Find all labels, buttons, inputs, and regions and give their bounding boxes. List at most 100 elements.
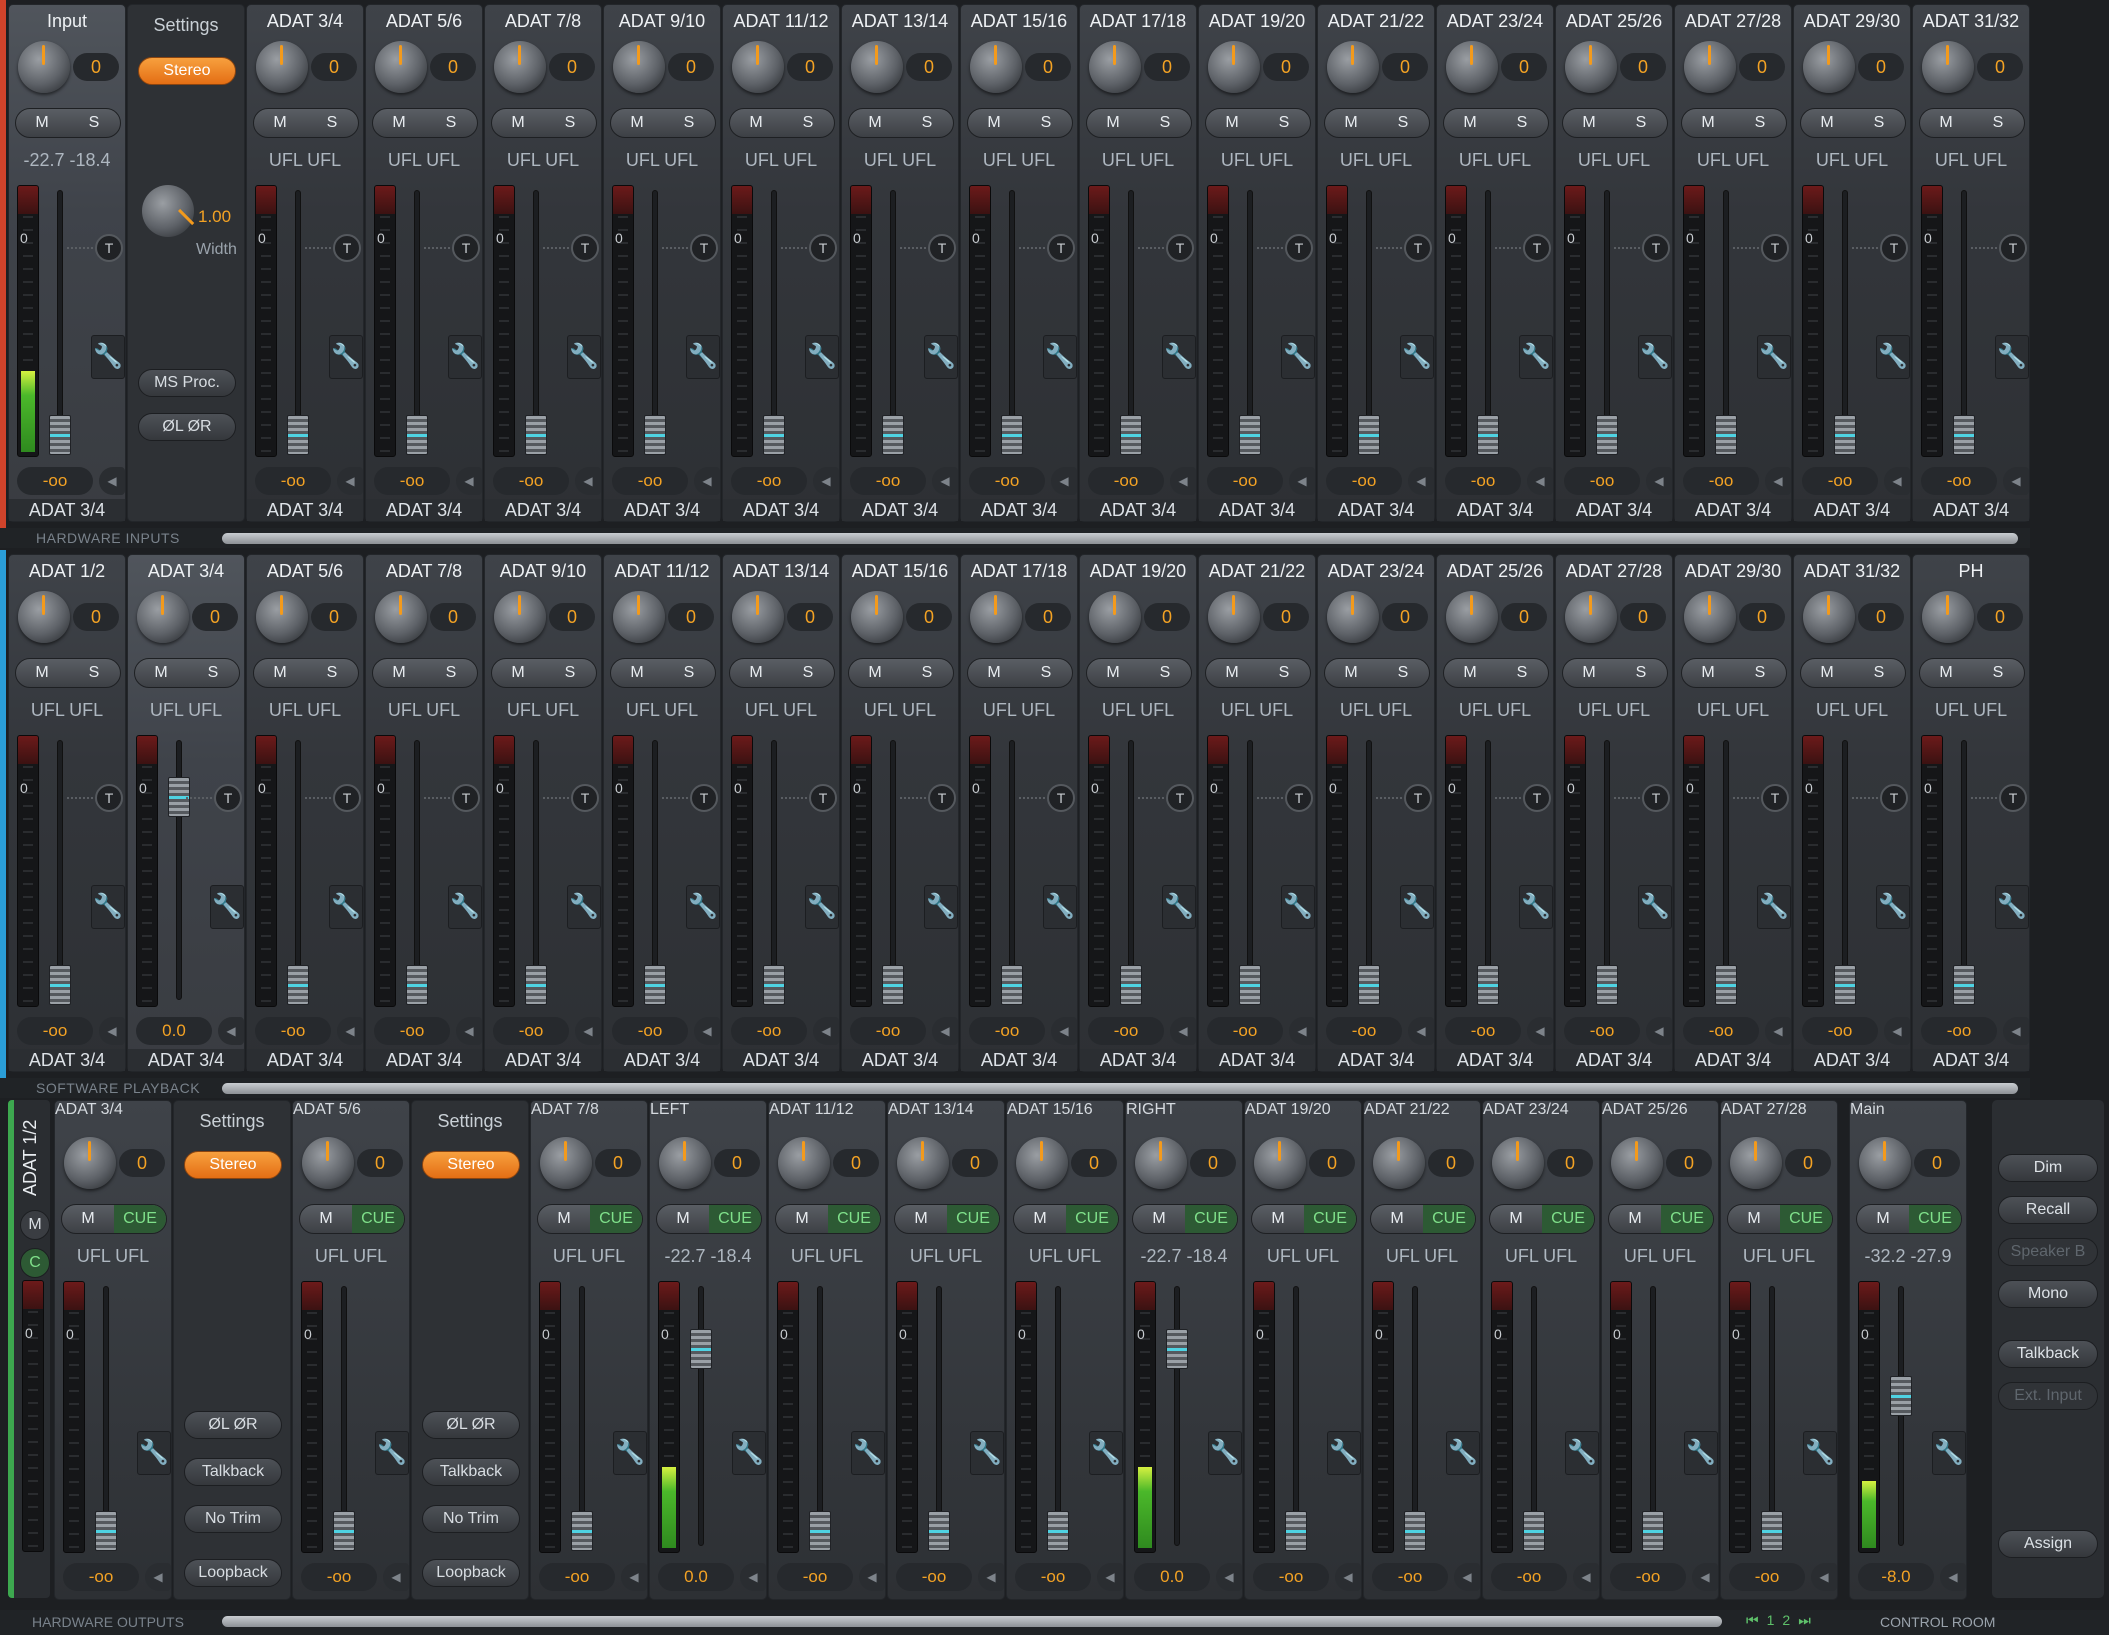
- channel-strip[interactable]: ADAT 23/24 0 MS UFL UFL 0 T 🔧 -oo ◀ ADAT…: [1436, 4, 1554, 522]
- fader-handle[interactable]: [763, 415, 785, 455]
- fader-handle[interactable]: [571, 1511, 593, 1551]
- talkback-button[interactable]: Talkback: [1998, 1340, 2098, 1368]
- fader-value-field[interactable]: -oo: [1564, 467, 1640, 495]
- pan-value-field[interactable]: 0: [1914, 1149, 1960, 1177]
- fader-handle[interactable]: [1953, 415, 1975, 455]
- trim-button[interactable]: T: [781, 234, 837, 262]
- cue-button[interactable]: CUE: [1423, 1205, 1475, 1233]
- fader-value-field[interactable]: -oo: [1088, 467, 1164, 495]
- mute-button[interactable]: M: [1444, 109, 1496, 137]
- channel-strip[interactable]: ADAT 13/14 0 M CUE UFL UFL 0 🔧 -oo ◀: [887, 1100, 1005, 1600]
- wrench-icon[interactable]: 🔧: [1995, 335, 2029, 379]
- fader-value-field[interactable]: -oo: [1445, 467, 1521, 495]
- output-routing[interactable]: ADAT 3/4: [1794, 499, 1910, 521]
- cue-button[interactable]: CUE: [1909, 1205, 1961, 1233]
- trim-button[interactable]: T: [1495, 784, 1551, 812]
- channel-strip[interactable]: ADAT 25/26 0 MS UFL UFL 0 T 🔧 -oo ◀ ADAT…: [1436, 554, 1554, 1072]
- channel-strip[interactable]: ADAT 21/22 0 MS UFL UFL 0 T 🔧 -oo ◀ ADAT…: [1317, 4, 1435, 522]
- mute-button[interactable]: M: [968, 109, 1020, 137]
- mute-button[interactable]: M: [254, 109, 306, 137]
- wrench-icon[interactable]: 🔧: [924, 335, 958, 379]
- solo-button[interactable]: S: [1734, 659, 1786, 687]
- fader-handle[interactable]: [1120, 965, 1142, 1005]
- wrench-icon[interactable]: 🔧: [970, 1431, 1004, 1475]
- pan-value-field[interactable]: 0: [1547, 1149, 1593, 1177]
- channel-strip[interactable]: ADAT 13/14 0 MS UFL UFL 0 T 🔧 -oo ◀ ADAT…: [722, 554, 840, 1072]
- pan-knob[interactable]: [732, 41, 784, 93]
- pan-value-field[interactable]: 0: [311, 53, 357, 81]
- collapse-arrow-icon[interactable]: ◀: [1097, 1563, 1123, 1591]
- pan-value-field[interactable]: 0: [73, 603, 119, 631]
- wrench-icon[interactable]: 🔧: [1757, 885, 1791, 929]
- collapse-arrow-icon[interactable]: ◀: [99, 1017, 125, 1045]
- wrench-icon[interactable]: 🔧: [1684, 1431, 1718, 1475]
- collapse-arrow-icon[interactable]: ◀: [1811, 1563, 1837, 1591]
- pan-value-field[interactable]: 0: [1263, 603, 1309, 631]
- fader-handle[interactable]: [1477, 965, 1499, 1005]
- mute-button[interactable]: M: [1206, 659, 1258, 687]
- fader-handle[interactable]: [1001, 415, 1023, 455]
- channel-strip[interactable]: ADAT 29/30 0 MS UFL UFL 0 T 🔧 -oo ◀ ADAT…: [1793, 4, 1911, 522]
- collapse-arrow-icon[interactable]: ◀: [1692, 1563, 1718, 1591]
- channel-strip[interactable]: ADAT 7/8 0 MS UFL UFL 0 T 🔧 -oo ◀ ADAT 3…: [484, 4, 602, 522]
- mute-button[interactable]: M: [1920, 109, 1972, 137]
- loopback-button[interactable]: Loopback: [422, 1559, 520, 1587]
- fader-handle[interactable]: [1642, 1511, 1664, 1551]
- fader-handle[interactable]: [1834, 415, 1856, 455]
- pan-value-field[interactable]: 0: [668, 603, 714, 631]
- cue-button[interactable]: CUE: [1661, 1205, 1713, 1233]
- fader-handle[interactable]: [690, 1329, 712, 1369]
- pan-value-field[interactable]: 0: [311, 603, 357, 631]
- pan-value-field[interactable]: 0: [430, 603, 476, 631]
- mute-button[interactable]: M: [730, 659, 782, 687]
- mute-button[interactable]: M: [776, 1205, 828, 1233]
- trim-button[interactable]: T: [1376, 784, 1432, 812]
- no-trim-button[interactable]: No Trim: [422, 1505, 520, 1533]
- fader-value-field[interactable]: -oo: [1610, 1563, 1686, 1591]
- solo-button[interactable]: S: [1020, 109, 1072, 137]
- pan-value-field[interactable]: 0: [668, 53, 714, 81]
- collapse-arrow-icon[interactable]: ◀: [1646, 1017, 1672, 1045]
- collapse-arrow-icon[interactable]: ◀: [1408, 1017, 1434, 1045]
- fader-value-field[interactable]: -oo: [1253, 1563, 1329, 1591]
- fader-handle[interactable]: [1239, 415, 1261, 455]
- mute-button[interactable]: M: [1920, 659, 1972, 687]
- cue-button[interactable]: CUE: [1066, 1205, 1118, 1233]
- trim-button[interactable]: T: [1138, 784, 1194, 812]
- mute-button[interactable]: M: [1325, 659, 1377, 687]
- wrench-icon[interactable]: 🔧: [1565, 1431, 1599, 1475]
- fader-handle[interactable]: [882, 415, 904, 455]
- mute-button[interactable]: M: [1133, 1205, 1185, 1233]
- output-routing[interactable]: ADAT 3/4: [1080, 499, 1196, 521]
- pan-knob[interactable]: [613, 591, 665, 643]
- pan-knob[interactable]: [1446, 591, 1498, 643]
- trim-button[interactable]: T: [1614, 234, 1670, 262]
- pan-knob[interactable]: [1611, 1137, 1663, 1189]
- wrench-icon[interactable]: 🔧: [1162, 335, 1196, 379]
- wrench-icon[interactable]: 🔧: [91, 335, 125, 379]
- pan-value-field[interactable]: 0: [1501, 53, 1547, 81]
- output-routing[interactable]: ADAT 3/4: [1318, 499, 1434, 521]
- last-page-icon[interactable]: ⏭: [1798, 1612, 1811, 1629]
- trim-button[interactable]: T: [186, 784, 242, 812]
- pan-knob[interactable]: [659, 1137, 711, 1189]
- horizontal-scrollbar[interactable]: [222, 1616, 1722, 1627]
- channel-strip[interactable]: ADAT 9/10 0 MS UFL UFL 0 T 🔧 -oo ◀ ADAT …: [603, 4, 721, 522]
- pan-knob[interactable]: [1730, 1137, 1782, 1189]
- fader-handle[interactable]: [95, 1511, 117, 1551]
- channel-strip[interactable]: ADAT 17/18 0 MS UFL UFL 0 T 🔧 -oo ◀ ADAT…: [960, 554, 1078, 1072]
- solo-button[interactable]: S: [1377, 109, 1429, 137]
- pan-knob[interactable]: [1254, 1137, 1306, 1189]
- pan-knob[interactable]: [1922, 41, 1974, 93]
- wrench-icon[interactable]: 🔧: [732, 1431, 766, 1475]
- pan-value-field[interactable]: 0: [549, 603, 595, 631]
- wrench-icon[interactable]: 🔧: [1281, 885, 1315, 929]
- trim-button[interactable]: T: [305, 234, 361, 262]
- fader-value-field[interactable]: -8.0: [1858, 1563, 1934, 1591]
- trim-button[interactable]: T: [1733, 784, 1789, 812]
- solo-button[interactable]: S: [1258, 109, 1310, 137]
- collapse-arrow-icon[interactable]: ◀: [1289, 467, 1315, 495]
- wrench-icon[interactable]: 🔧: [1281, 335, 1315, 379]
- fader-handle[interactable]: [1761, 1511, 1783, 1551]
- solo-button[interactable]: S: [68, 659, 120, 687]
